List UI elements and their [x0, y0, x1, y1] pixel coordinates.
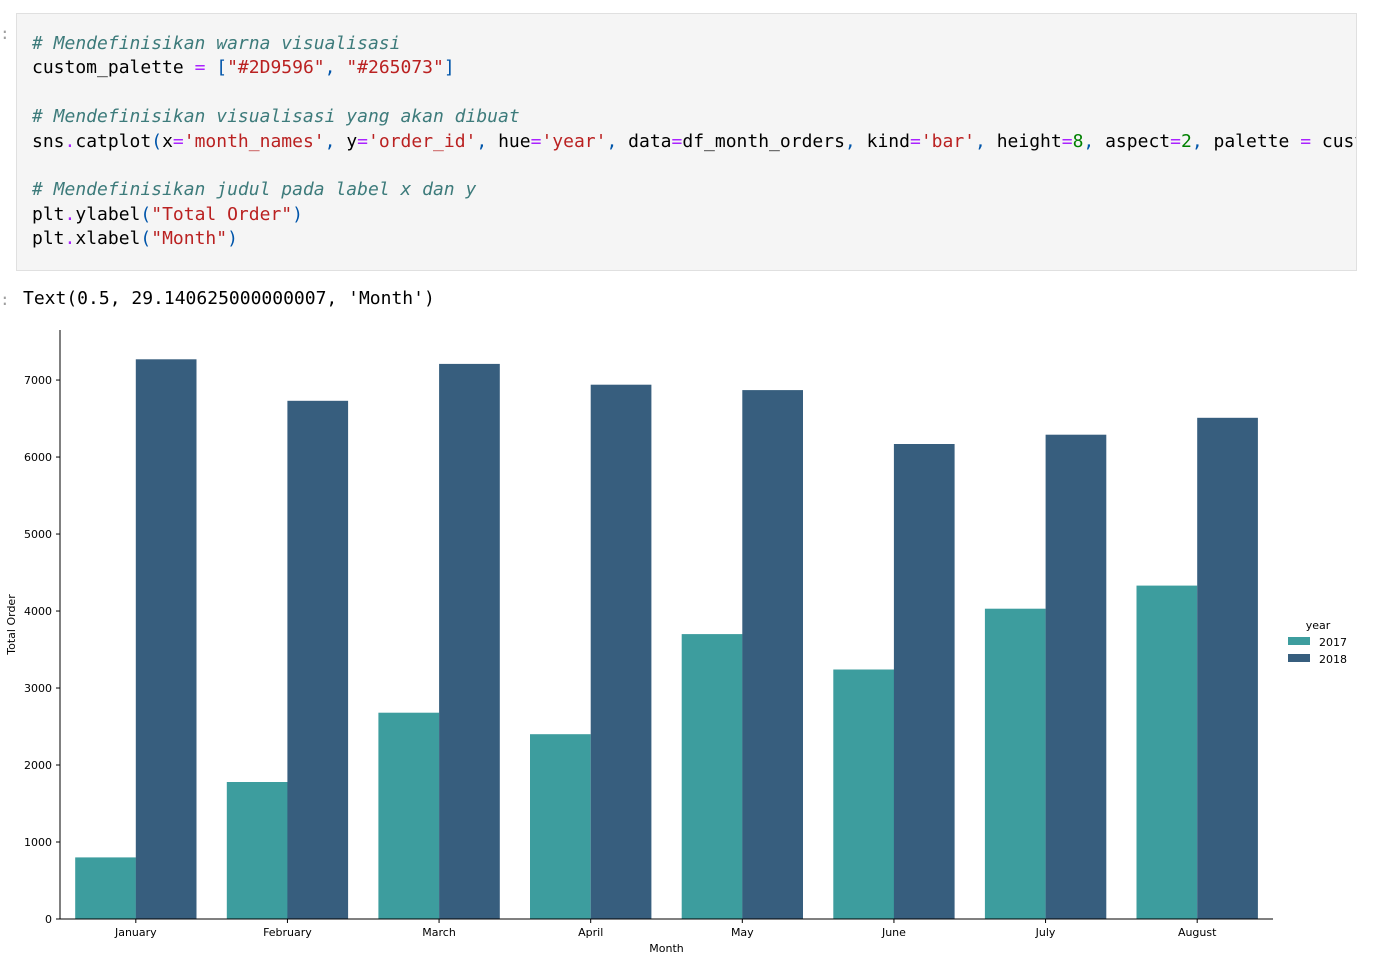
y-tick-label: 5000: [24, 528, 52, 541]
x-tick-label: April: [578, 926, 603, 939]
bar-2018-july: [1045, 434, 1107, 919]
x-tick-label: July: [1035, 926, 1056, 939]
bar-chart: 0 1000 2000 3000 4000 5000 6000 7000 January Febr…: [5, 330, 1347, 955]
bar-2017-july: [984, 608, 1046, 919]
y-tick-label: 2000: [24, 759, 52, 772]
y-tick-label: 4000: [24, 605, 52, 618]
x-tick-label: March: [422, 926, 456, 939]
bar-2017-march: [378, 712, 440, 919]
bar-2017-june: [833, 669, 894, 919]
bar-2018-june: [893, 444, 955, 919]
bar-2017-january: [75, 857, 136, 919]
legend-title: year: [1306, 619, 1331, 632]
y-tick-label: 6000: [24, 451, 52, 464]
bar-2017-august: [1136, 585, 1198, 919]
x-tick-label: May: [731, 926, 754, 939]
x-axis-label: Month: [649, 942, 684, 955]
y-axis-label: Total Order: [5, 594, 18, 656]
legend-label-2018: 2018: [1319, 653, 1347, 666]
x-tick-label: August: [1178, 926, 1217, 939]
y-tick-label: 3000: [24, 682, 52, 695]
x-tick-label: January: [114, 926, 157, 939]
bar-2017-may: [681, 634, 743, 919]
bar-2018-january: [135, 359, 197, 919]
legend-label-2017: 2017: [1319, 636, 1347, 649]
bar-2017-april: [530, 734, 591, 919]
legend-swatch-2017: [1288, 637, 1310, 645]
bar-2018-february: [287, 400, 349, 919]
y-tick-label: 7000: [24, 374, 52, 387]
bar-2018-march: [439, 363, 500, 919]
legend-swatch-2018: [1288, 654, 1310, 662]
y-tick-label: 0: [45, 913, 52, 926]
bar-2018-august: [1197, 417, 1258, 919]
y-tick-label: 1000: [24, 836, 52, 849]
x-tick-label: June: [881, 926, 906, 939]
bar-2018-april: [590, 384, 652, 919]
bar-2017-february: [226, 782, 288, 919]
x-tick-label: February: [263, 926, 312, 939]
bar-2018-may: [742, 390, 803, 920]
